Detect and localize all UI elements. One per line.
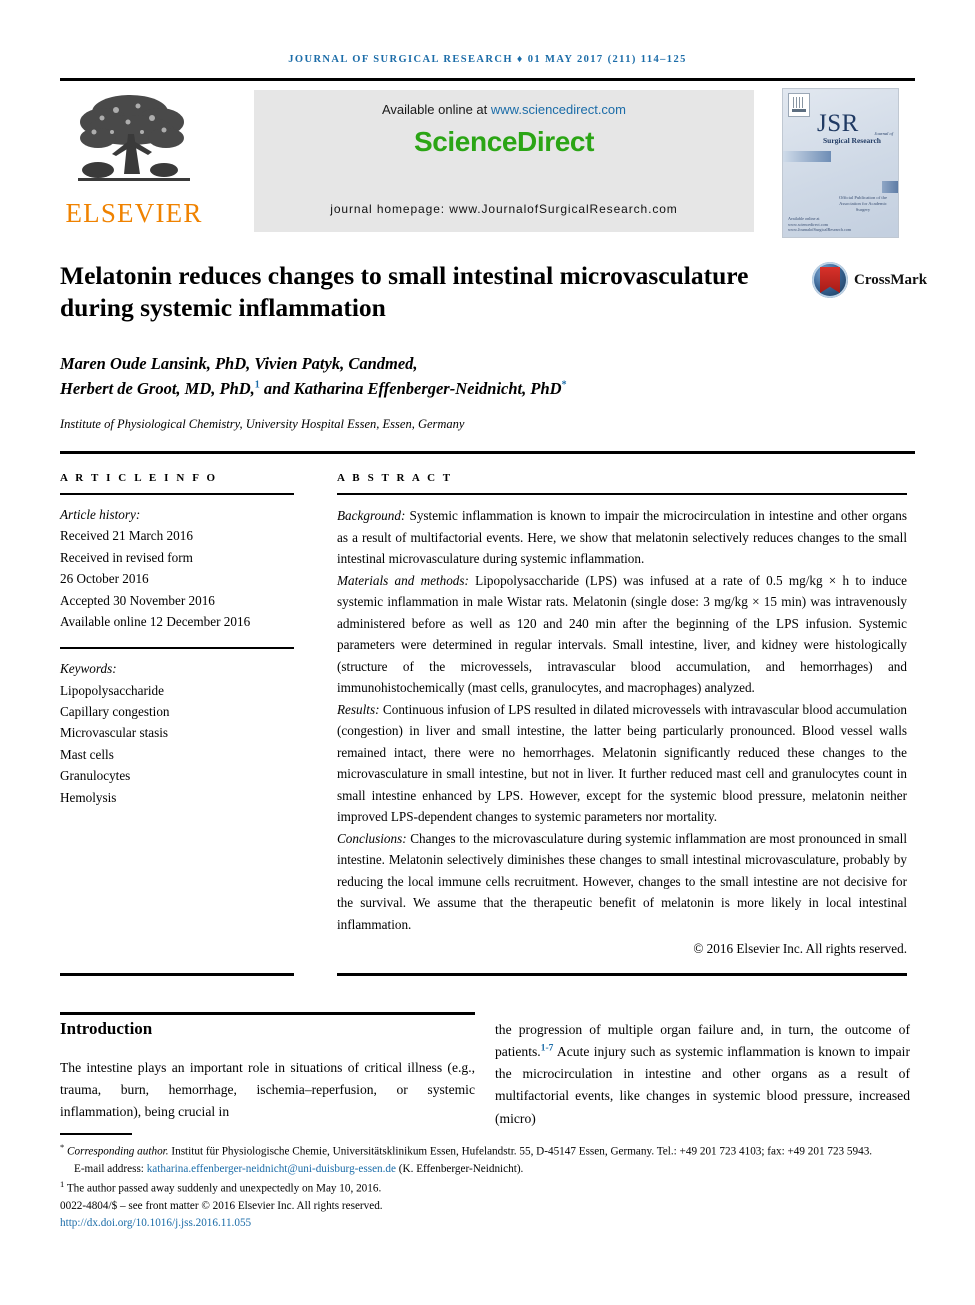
abstract-rule bbox=[337, 493, 907, 495]
abstract-section-label: Results: bbox=[337, 701, 380, 717]
author-line-2: Herbert de Groot, MD, PhD,1 and Katharin… bbox=[60, 377, 860, 402]
intro-right-text-b: Acute injury such as systemic inflammati… bbox=[495, 1044, 910, 1126]
history-item: Received in revised form bbox=[60, 549, 193, 565]
email-link[interactable]: katharina.effenberger-neidnicht@uni-duis… bbox=[147, 1163, 396, 1175]
elsevier-tree-icon bbox=[68, 88, 200, 196]
email-footnote: E-mail address: katharina.effenberger-ne… bbox=[60, 1161, 915, 1178]
history-item: 26 October 2016 bbox=[60, 571, 149, 587]
abstract-heading: A B S T R A C T bbox=[337, 472, 453, 484]
article-info-column: A R T I C L E I N F O Article history: R… bbox=[60, 472, 294, 808]
corresponding-label: Corresponding author. bbox=[67, 1145, 169, 1158]
abstract-section-text: Systemic inflammation is known to impair… bbox=[337, 508, 907, 567]
keyword-item[interactable]: Mast cells bbox=[60, 744, 294, 765]
abstract-section-text: Lipopolysaccharide (LPS) was infused at … bbox=[337, 572, 907, 696]
crossmark-label: CrossMark bbox=[854, 272, 928, 288]
corresponding-text: Institut für Physiologische Chemie, Univ… bbox=[168, 1145, 873, 1158]
abstract-section-label: Conclusions: bbox=[337, 830, 407, 846]
front-matter-line: 0022-4804/$ – see front matter © 2016 El… bbox=[60, 1199, 383, 1212]
abstract-copyright: © 2016 Elsevier Inc. All rights reserved… bbox=[693, 941, 907, 957]
crossmark-badge[interactable]: CrossMark bbox=[812, 262, 927, 302]
article-history-block: Article history: Received 21 March 2016 … bbox=[60, 504, 294, 632]
introduction-left-column: The intestine plays an important role in… bbox=[60, 1060, 475, 1120]
abstract-section: Background: Systemic inflammation is kno… bbox=[337, 505, 907, 570]
abstract-section: Conclusions: Changes to the microvascula… bbox=[337, 828, 907, 936]
elsevier-wordmark: ELSEVIER bbox=[65, 198, 203, 228]
cover-association-text: Official Publication of the Association … bbox=[838, 195, 887, 213]
cover-bar-right bbox=[882, 181, 898, 193]
available-online-line: Available online at www.sciencedirect.co… bbox=[254, 102, 754, 117]
abstract-section: Materials and methods: Lipopolysaccharid… bbox=[337, 570, 907, 699]
cover-bar-left bbox=[783, 151, 831, 162]
author-line-1: Maren Oude Lansink, PhD, Vivien Patyk, C… bbox=[60, 354, 418, 373]
sciencedirect-link[interactable]: www.sciencedirect.com bbox=[491, 102, 626, 117]
sciencedirect-panel: Available online at www.sciencedirect.co… bbox=[254, 90, 754, 232]
journal-cover-thumbnail: JSR Journal of Surgical Research Officia… bbox=[782, 88, 899, 238]
introduction-right-column: the progression of multiple organ failur… bbox=[495, 1019, 910, 1130]
cover-subtitle: Journal of Surgical Research bbox=[823, 131, 895, 145]
keyword-item[interactable]: Microvascular stasis bbox=[60, 722, 294, 743]
elsevier-logo: ELSEVIER bbox=[60, 86, 208, 238]
journal-homepage-line: journal homepage: www.JournalofSurgicalR… bbox=[330, 202, 678, 216]
author-list: Maren Oude Lansink, PhD, Vivien Patyk, C… bbox=[60, 352, 860, 402]
abstract-body: Background: Systemic inflammation is kno… bbox=[337, 505, 907, 960]
running-head: JOURNAL OF SURGICAL RESEARCH ♦ 01 MAY 20… bbox=[288, 54, 687, 65]
page-title: Melatonin reduces changes to small intes… bbox=[60, 261, 749, 323]
email-label: E-mail address: bbox=[74, 1162, 147, 1175]
article-info-heading: A R T I C L E I N F O bbox=[60, 472, 218, 484]
abstract-section-label: Materials and methods: bbox=[337, 572, 469, 588]
cover-elsevier-badge-icon bbox=[788, 93, 810, 117]
corresponding-author-marker[interactable]: * bbox=[562, 379, 567, 390]
doi-link[interactable]: http://dx.doi.org/10.1016/j.jss.2016.11.… bbox=[60, 1217, 251, 1229]
sciencedirect-logo: ScienceDirect bbox=[413, 126, 594, 157]
keywords-divider-rule bbox=[60, 647, 294, 650]
author-line-2-a: Herbert de Groot, MD, PhD, bbox=[60, 378, 255, 398]
article-history-label: Article history: bbox=[60, 507, 141, 522]
keyword-item[interactable]: Capillary congestion bbox=[60, 701, 294, 722]
masthead: ELSEVIER Available online at www.science… bbox=[60, 86, 915, 238]
footnotes-block: * Corresponding author. Institut für Phy… bbox=[60, 1141, 915, 1232]
section-divider-rule bbox=[60, 451, 915, 454]
article-info-rule bbox=[60, 493, 294, 495]
author-line-2-b: and Katharina Effenberger-Neidnicht, PhD bbox=[259, 378, 562, 398]
keyword-item[interactable]: Hemolysis bbox=[60, 787, 294, 808]
corresponding-marker: * bbox=[60, 1142, 65, 1152]
article-page: JOURNAL OF SURGICAL RESEARCH ♦ 01 MAY 20… bbox=[0, 0, 975, 1305]
cover-footer-text: Available online at www.sciencedirect.co… bbox=[788, 215, 852, 233]
affiliation: Institute of Physiological Chemistry, Un… bbox=[60, 417, 465, 431]
history-item: Available online 12 December 2016 bbox=[60, 613, 251, 629]
top-rule bbox=[60, 78, 915, 81]
abstract-section-text: Changes to the microvasculature during s… bbox=[337, 830, 907, 932]
history-item: Received 21 March 2016 bbox=[60, 528, 193, 544]
abstract-section-text: Continuous infusion of LPS resulted in d… bbox=[337, 701, 907, 825]
available-online-prefix: Available online at bbox=[381, 102, 491, 117]
introduction-rule bbox=[60, 1012, 475, 1015]
deceased-author-footnote: 1 The author passed away suddenly and un… bbox=[60, 1178, 915, 1198]
corresponding-author-footnote: * Corresponding author. Institut für Phy… bbox=[60, 1141, 915, 1161]
doi-line: http://dx.doi.org/10.1016/j.jss.2016.11.… bbox=[60, 1215, 915, 1232]
keyword-item[interactable]: Lipopolysaccharide bbox=[60, 680, 294, 701]
keywords-label: Keywords: bbox=[60, 661, 117, 677]
abstract-section-label: Background: bbox=[337, 508, 406, 523]
keywords-block: Keywords: Lipopolysaccharide Capillary c… bbox=[60, 658, 294, 808]
abstract-end-rule bbox=[337, 973, 907, 976]
footnote-separator-rule bbox=[60, 1133, 132, 1135]
deceased-text: The author passed away suddenly and unex… bbox=[64, 1182, 382, 1195]
cover-subtitle-text: Surgical Research bbox=[823, 135, 881, 145]
crossmark-icon bbox=[812, 262, 848, 298]
abstract-section: Results: Continuous infusion of LPS resu… bbox=[337, 699, 907, 828]
email-suffix: (K. Effenberger-Neidnicht). bbox=[396, 1162, 524, 1175]
introduction-heading: Introduction bbox=[60, 1019, 153, 1038]
citation-reference[interactable]: 1-7 bbox=[541, 1044, 554, 1054]
abstract-column: A B S T R A C T Background: Systemic inf… bbox=[337, 472, 907, 960]
article-info-end-rule bbox=[60, 973, 294, 976]
history-item: Accepted 30 November 2016 bbox=[60, 592, 215, 608]
keyword-item[interactable]: Granulocytes bbox=[60, 765, 294, 786]
